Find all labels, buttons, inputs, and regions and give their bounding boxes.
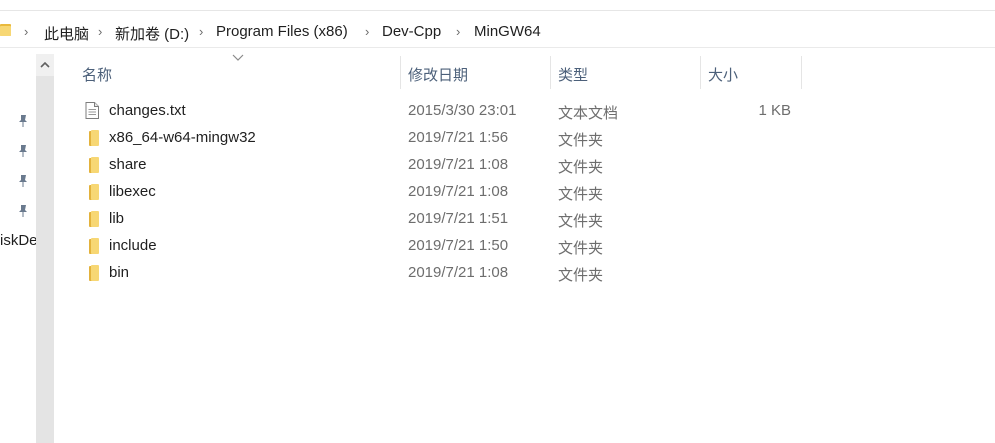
- file-modified-date: 2019/7/21 1:50: [408, 237, 509, 254]
- file-modified-date: 2019/7/21 1:56: [408, 129, 509, 146]
- breadcrumb-item-program-files[interactable]: Program Files (x86): [216, 23, 348, 40]
- file-modified-date: 2015/3/30 23:01: [408, 102, 517, 119]
- folder-icon: [89, 184, 99, 200]
- file-name: lib: [109, 210, 125, 227]
- chevron-down-icon: [232, 54, 244, 61]
- navigation-pane: iskDe: [0, 54, 38, 443]
- file-modified-date: 2019/7/21 1:08: [408, 156, 509, 173]
- chevron-right-icon[interactable]: ›: [365, 24, 369, 39]
- file-type: 文件夹: [558, 240, 604, 257]
- file-type: 文件夹: [558, 213, 604, 230]
- scroll-thumb[interactable]: [36, 76, 54, 443]
- text-file-icon: [85, 102, 99, 119]
- chevron-right-icon[interactable]: ›: [24, 24, 28, 39]
- chevron-right-icon[interactable]: ›: [456, 24, 460, 39]
- pin-icon[interactable]: [17, 204, 29, 218]
- column-divider[interactable]: [801, 56, 802, 89]
- folder-icon: [89, 265, 99, 281]
- column-header-row: 名称 修改日期 类型 大小: [74, 54, 802, 90]
- folder-icon: [89, 130, 99, 146]
- breadcrumb-item-drive[interactable]: 新加卷 (D:): [115, 23, 189, 44]
- file-type: 文件夹: [558, 159, 604, 176]
- file-name: changes.txt: [109, 102, 186, 119]
- folder-icon: [89, 157, 99, 173]
- file-name: include: [109, 237, 157, 254]
- file-modified-date: 2019/7/21 1:08: [408, 264, 509, 281]
- scroll-up-button[interactable]: [36, 54, 54, 76]
- file-name: x86_64-w64-mingw32: [109, 129, 256, 146]
- pin-icon[interactable]: [17, 174, 29, 188]
- file-modified-date: 2019/7/21 1:08: [408, 183, 509, 200]
- file-type: 文本文档: [558, 105, 619, 122]
- file-name: libexec: [109, 183, 156, 200]
- file-row[interactable]: include 2019/7/21 1:50 文件夹: [74, 232, 874, 259]
- file-size: 1 KB: [758, 102, 791, 119]
- breadcrumb-item-this-pc[interactable]: 此电脑: [44, 23, 89, 44]
- column-header-size[interactable]: 大小: [708, 64, 738, 85]
- ribbon-strip: [0, 0, 995, 11]
- file-type: 文件夹: [558, 267, 604, 284]
- file-row[interactable]: bin 2019/7/21 1:08 文件夹: [74, 259, 874, 286]
- file-row[interactable]: x86_64-w64-mingw32 2019/7/21 1:56 文件夹: [74, 124, 874, 151]
- folder-icon: [89, 238, 99, 254]
- file-type: 文件夹: [558, 186, 604, 203]
- column-header-name[interactable]: 名称: [82, 64, 112, 85]
- folder-icon: [89, 211, 99, 227]
- column-divider[interactable]: [400, 56, 401, 89]
- breadcrumb-item-dev-cpp[interactable]: Dev-Cpp: [382, 23, 441, 40]
- nav-item-partial-label[interactable]: iskDe: [0, 232, 38, 249]
- file-row[interactable]: lib 2019/7/21 1:51 文件夹: [74, 205, 874, 232]
- column-header-type[interactable]: 类型: [558, 64, 588, 85]
- column-divider[interactable]: [550, 56, 551, 89]
- file-type: 文件夹: [558, 132, 604, 149]
- chevron-up-icon: [40, 62, 50, 68]
- pin-icon[interactable]: [17, 114, 29, 128]
- file-modified-date: 2019/7/21 1:51: [408, 210, 509, 227]
- breadcrumb-item-mingw64[interactable]: MinGW64: [474, 23, 541, 40]
- column-divider[interactable]: [700, 56, 701, 89]
- file-row[interactable]: libexec 2019/7/21 1:08 文件夹: [74, 178, 874, 205]
- chevron-right-icon[interactable]: ›: [199, 24, 203, 39]
- file-row[interactable]: share 2019/7/21 1:08 文件夹: [74, 151, 874, 178]
- chevron-right-icon[interactable]: ›: [98, 24, 102, 39]
- file-name: share: [109, 156, 147, 173]
- file-name: bin: [109, 264, 130, 281]
- column-header-date[interactable]: 修改日期: [408, 64, 468, 85]
- nav-pane-scrollbar[interactable]: [36, 54, 54, 443]
- file-row[interactable]: changes.txt 2015/3/30 23:01 文本文档 1 KB: [74, 97, 874, 124]
- folder-icon: [0, 24, 11, 36]
- pin-icon[interactable]: [17, 144, 29, 158]
- breadcrumb[interactable]: › 此电脑 › 新加卷 (D:) › Program Files (x86) ›…: [0, 17, 995, 48]
